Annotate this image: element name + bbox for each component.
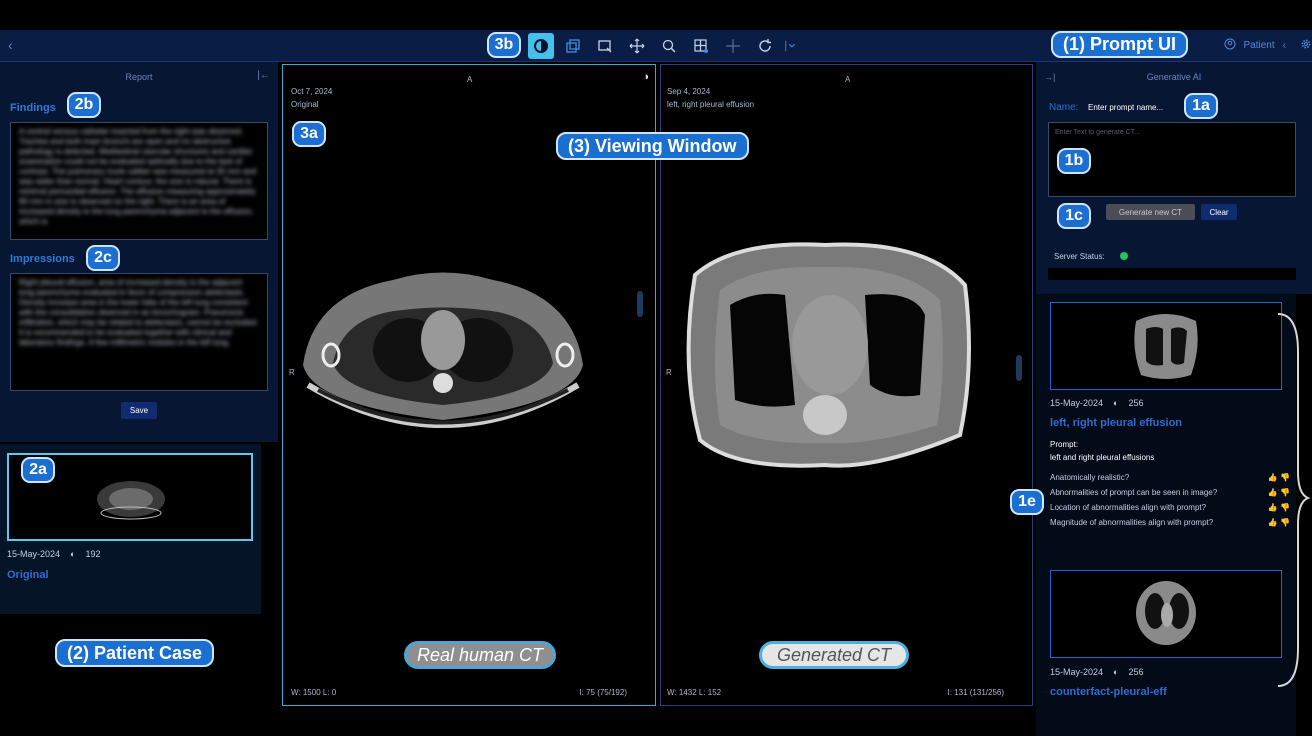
vp-slice-index: I: 75 (75/192) [579, 688, 627, 697]
prompt-placeholder: Enter Text to generate CT... [1055, 129, 1141, 136]
badge-2c: 2c [86, 245, 120, 271]
prompt-text: left and right pleural effusions [1050, 453, 1155, 462]
rotate-icon[interactable] [752, 33, 778, 59]
series-name[interactable]: Original [7, 569, 49, 581]
vp-orient-top: A [845, 75, 851, 84]
name-label: Name: [1049, 102, 1079, 113]
vp-date: Sep 4, 2024 [667, 87, 711, 96]
findings-textarea[interactable]: A central venous catheter inserted from … [10, 122, 268, 240]
vp-window-level: W: 1432 L: 152 [667, 688, 722, 697]
generated-date: 15-May-2024 [1050, 667, 1104, 677]
generated-meta: 15-May-2024 ◐ 256 [1050, 667, 1144, 677]
top-right-controls: Patient ‹ [1224, 38, 1312, 53]
vp-orient-left: R [666, 368, 672, 377]
ct-slice-generated [686, 242, 971, 468]
crosshair-icon[interactable] [720, 33, 746, 59]
generated-meta: 15-May-2024 ◐ 256 [1050, 398, 1144, 408]
viewing-window-label: (3) Viewing Window [556, 132, 749, 160]
generate-button[interactable]: Generate new CT [1106, 204, 1195, 220]
chevron-down-icon[interactable] [784, 33, 798, 59]
generated-ct-caption: Generated CT [759, 641, 909, 669]
badge-2a: 2a [21, 457, 55, 483]
vp-window-level: W: 1500 L: 0 [291, 688, 337, 697]
series-date: 15-May-2024 [7, 549, 61, 559]
impressions-textarea[interactable]: Right pleural effusion, area of increase… [10, 273, 268, 391]
move-icon[interactable] [624, 33, 650, 59]
prompt-ui-label: (1) Prompt UI [1051, 31, 1189, 58]
series-count: 192 [85, 549, 101, 559]
generated-name[interactable]: left, right pleural effusion [1050, 417, 1182, 429]
real-ct-caption: Real human CT [404, 641, 556, 669]
server-status-indicator [1120, 252, 1128, 260]
question-text: Magnitude of abnormalities align with pr… [1050, 518, 1214, 527]
zoom-icon[interactable] [656, 33, 682, 59]
rating-question: Location of abnormalities align with pro… [1050, 503, 1290, 512]
patient-label[interactable]: Patient [1244, 40, 1275, 51]
contrast-icon[interactable]: ◑ [642, 71, 649, 83]
prompt-name-input[interactable]: Enter prompt name... [1088, 103, 1163, 112]
badge-1e: 1e [1010, 489, 1044, 515]
scrollbar-handle[interactable] [637, 291, 643, 317]
collapse-icon[interactable]: |← [257, 70, 270, 81]
gear-icon[interactable] [1300, 38, 1312, 53]
badge-2b: 2b [67, 92, 101, 118]
image-count-icon: ◐ [1113, 667, 1119, 677]
clear-button[interactable]: Clear [1201, 204, 1237, 220]
question-text: Anatomically realistic? [1050, 473, 1130, 482]
contrast-icon[interactable] [528, 33, 554, 59]
generated-date: 15-May-2024 [1050, 398, 1104, 408]
generated-thumbnail[interactable] [1050, 302, 1282, 390]
vp-series: Original [291, 100, 319, 109]
generated-thumbnail[interactable] [1050, 570, 1282, 658]
question-text: Abnormalities of prompt can be seen in i… [1050, 488, 1218, 497]
select-box-icon[interactable] [592, 33, 618, 59]
chevron-left-icon[interactable]: ‹ [1283, 40, 1286, 51]
generated-list: 15-May-2024 ◐ 256 left, right pleural ef… [1036, 294, 1296, 736]
generative-title: Generative AI [1146, 72, 1202, 82]
prompt-label: Prompt: [1050, 440, 1079, 449]
report-title: Report [125, 72, 153, 82]
rating-question: Anatomically realistic? 👍 👎 [1050, 473, 1290, 482]
series-meta: 15-May-2024 ◐ 192 [7, 549, 101, 559]
layers-icon[interactable] [560, 33, 586, 59]
badge-1b: 1b [1057, 148, 1091, 174]
generated-count: 256 [1128, 398, 1144, 408]
findings-text: A central venous catheter inserted from … [19, 127, 257, 226]
badge-3a: 3a [292, 121, 326, 147]
group-brace [1277, 313, 1311, 687]
badge-1c: 1c [1057, 203, 1091, 229]
question-text: Location of abnormalities align with pro… [1050, 503, 1207, 512]
ct-slice-real [303, 272, 583, 428]
badge-1a: 1a [1184, 93, 1218, 119]
vp-slice-index: I: 131 (131/256) [947, 688, 1004, 697]
rating-question: Abnormalities of prompt can be seen in i… [1050, 488, 1290, 497]
progress-bar [1048, 268, 1296, 280]
vp-date: Oct 7, 2024 [291, 87, 333, 96]
generated-name[interactable]: counterfact-pleural-eff [1050, 686, 1167, 698]
generated-count: 256 [1128, 667, 1144, 677]
user-icon[interactable] [1224, 38, 1236, 53]
server-status-label: Server Status: [1054, 252, 1105, 261]
image-count-icon: ◐ [1113, 398, 1119, 408]
generative-ai-panel: →| Generative AI Name: Enter prompt name… [1036, 62, 1312, 294]
badge-3b: 3b [487, 32, 521, 58]
patient-case-label: (2) Patient Case [55, 639, 215, 667]
viewport-real[interactable]: Oct 7, 2024 Original A R ◑ Real human CT… [282, 64, 656, 706]
impressions-text: Right pleural effusion, area of increase… [19, 278, 259, 347]
impressions-title: Impressions [10, 253, 75, 265]
vp-series: left, right pleural effusion [667, 100, 755, 109]
rating-question: Magnitude of abnormalities align with pr… [1050, 518, 1290, 527]
chevron-left-icon[interactable]: ‹ [8, 37, 13, 53]
report-panel: Report |← Findings A central venous cath… [0, 62, 278, 442]
image-count-icon: ◐ [70, 549, 76, 559]
scrollbar-handle[interactable] [1016, 355, 1022, 381]
vp-orient-top: A [467, 75, 473, 84]
tool-group [528, 32, 798, 60]
findings-title: Findings [10, 102, 56, 114]
viewport-generated[interactable]: Sep 4, 2024 left, right pleural effusion… [660, 64, 1033, 706]
save-button[interactable]: Save [121, 402, 157, 419]
grid-icon[interactable] [688, 33, 714, 59]
